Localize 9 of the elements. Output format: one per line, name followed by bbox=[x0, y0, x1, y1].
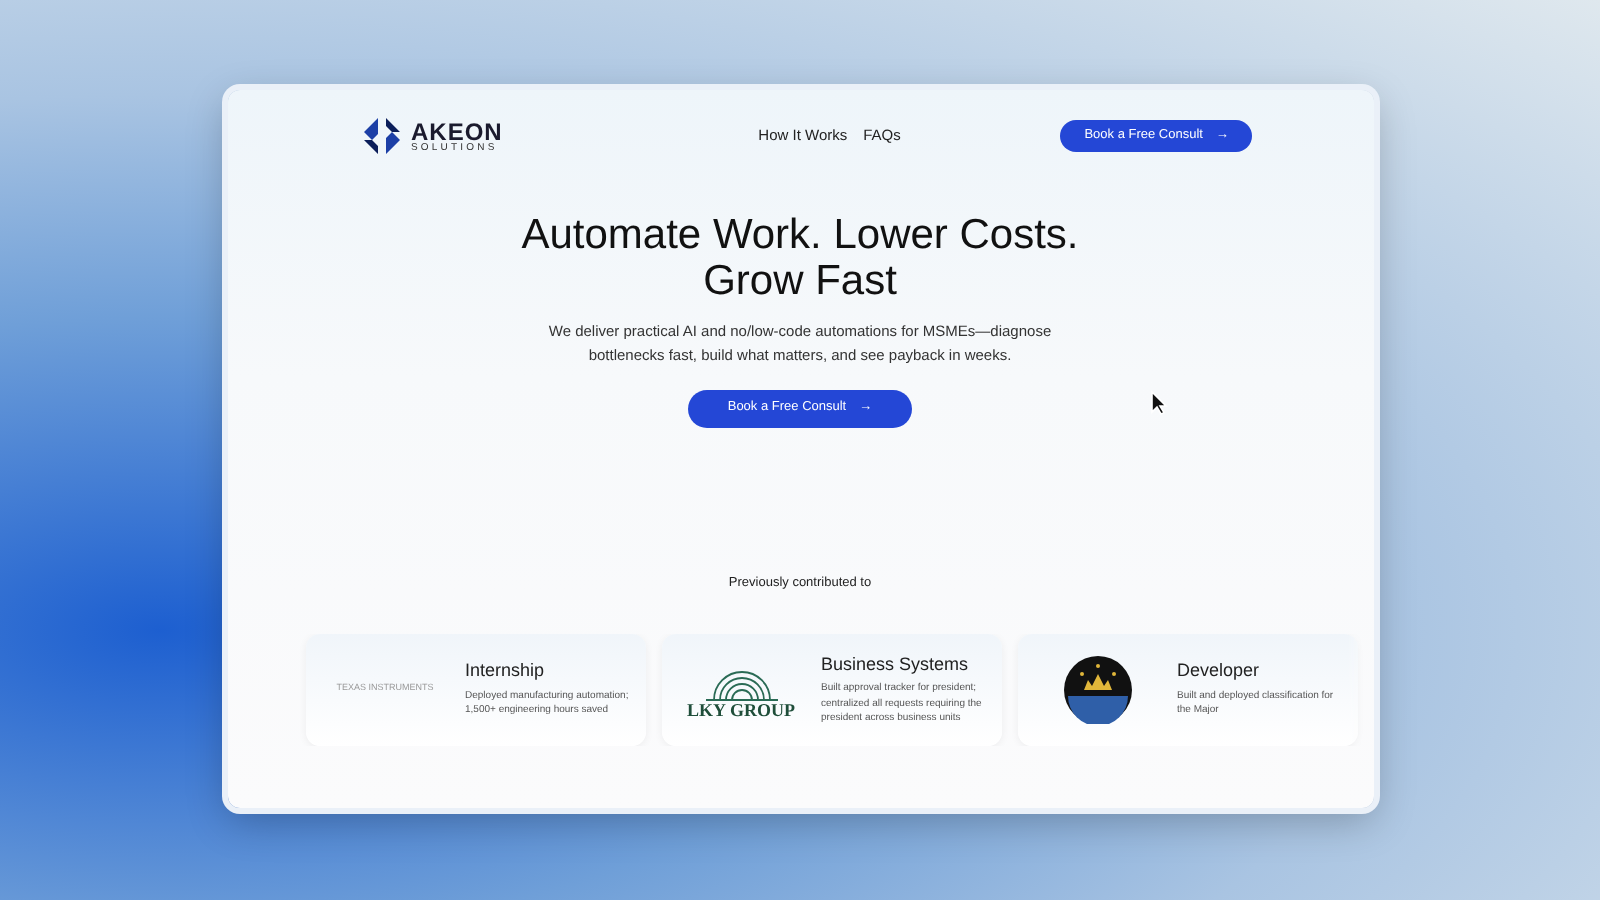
company-logo-text: LKY GROUP bbox=[687, 702, 795, 721]
card-title: Business Systems bbox=[821, 653, 971, 675]
seal-logo-icon bbox=[1063, 655, 1131, 724]
logo-title: AKEON bbox=[411, 119, 503, 143]
card-title: Developer bbox=[1177, 660, 1262, 683]
logo-icon bbox=[359, 114, 403, 158]
card-title: Internship bbox=[465, 660, 547, 683]
mouse-cursor-icon bbox=[1150, 390, 1168, 416]
hero-title: Automate Work. Lower Costs. Grow Fast bbox=[519, 212, 1081, 305]
